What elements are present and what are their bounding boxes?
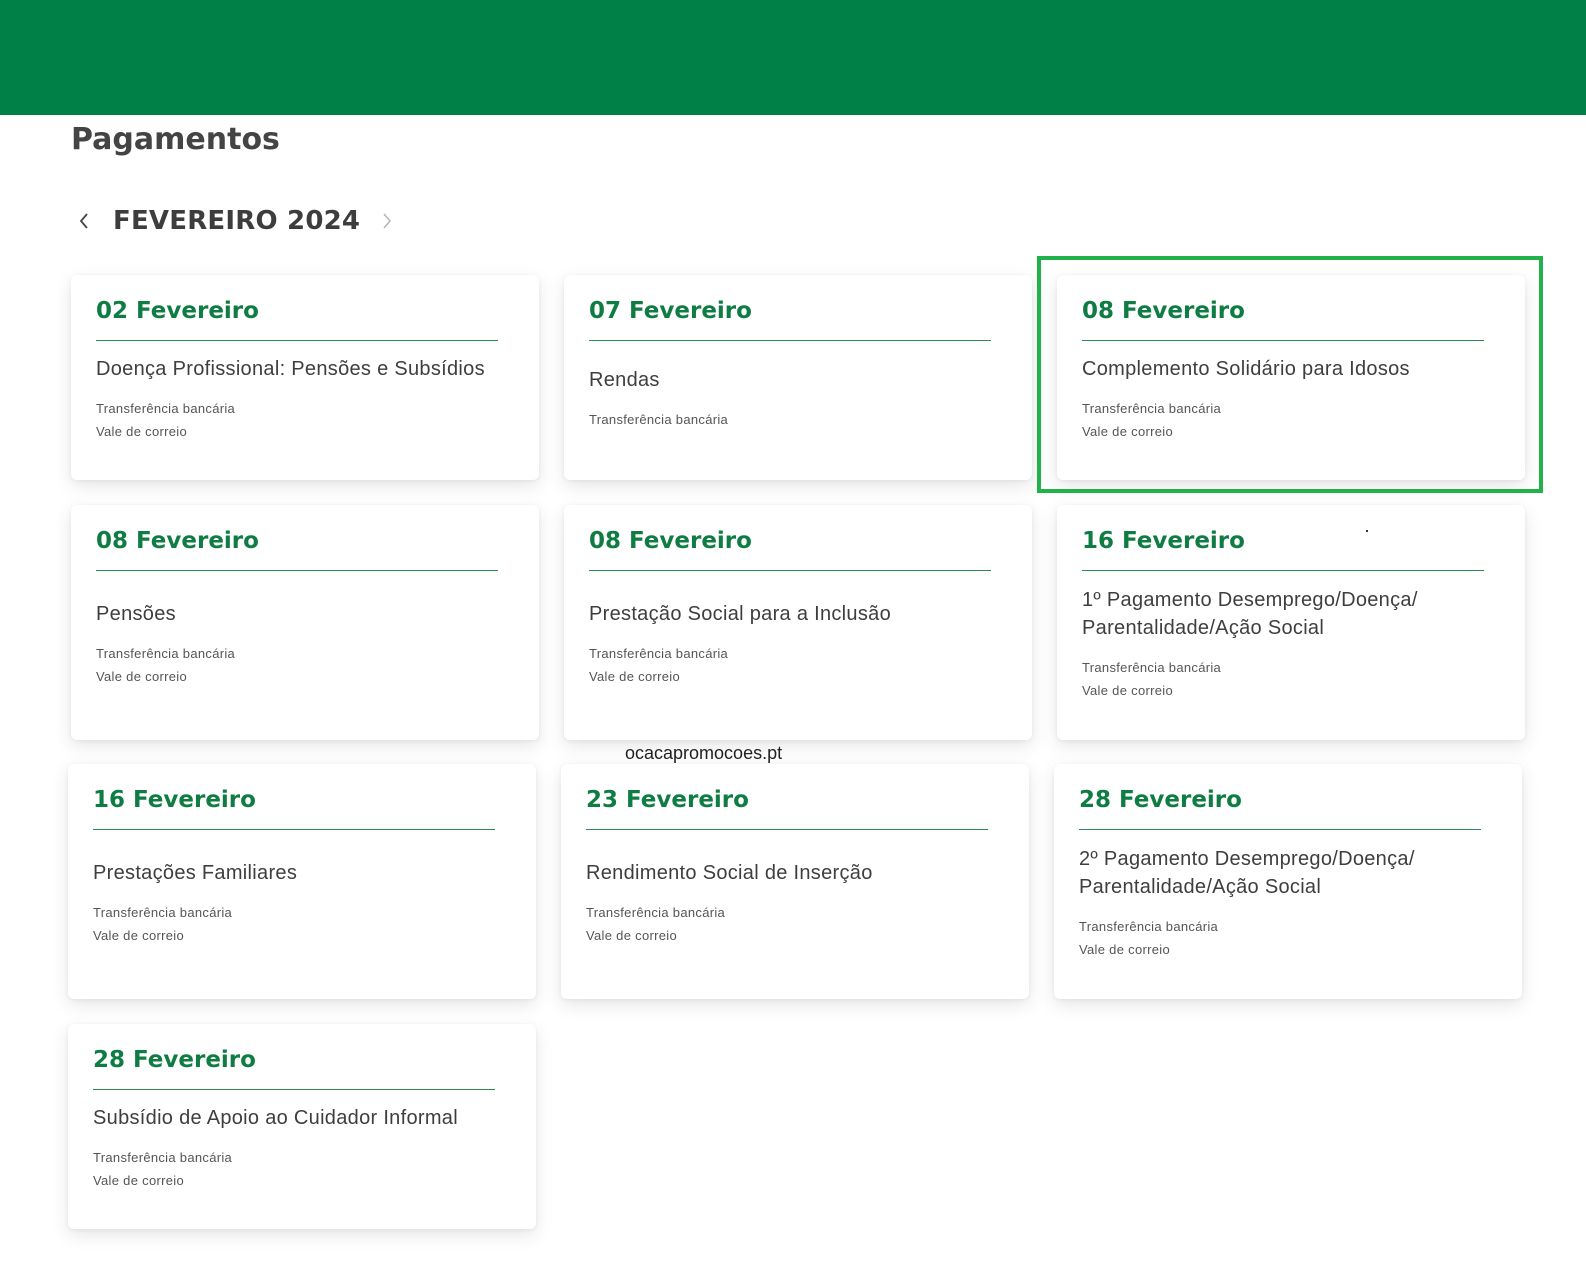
payment-method: Vale de correio (96, 668, 187, 684)
payment-title: Complemento Solidário para Idosos (1082, 357, 1410, 380)
payment-title-line: Parentalidade/Ação Social (1082, 616, 1325, 639)
payment-card[interactable]: 28 Fevereiro 2º Pagamento Desemprego/Doe… (1054, 764, 1522, 999)
payment-method: Transferência bancária (1079, 918, 1219, 934)
chevron-left-icon[interactable] (71, 201, 97, 241)
payment-method: Transferência bancária (93, 904, 233, 920)
payment-title: 1º Pagamento Desemprego/Doença/ Parental… (1082, 586, 1485, 642)
payment-title: Prestação Social para a Inclusão (589, 602, 891, 625)
payment-method: Vale de correio (589, 668, 680, 684)
payment-date: 08 Fevereiro (589, 528, 752, 554)
chevron-right-icon[interactable] (374, 201, 400, 241)
payment-method: Transferência bancária (589, 645, 729, 661)
payment-method: Vale de correio (586, 927, 677, 943)
payment-method: Vale de correio (1082, 682, 1173, 698)
payment-card[interactable]: 08 Fevereiro Prestação Social para a Inc… (564, 505, 1032, 740)
payment-method: Vale de correio (96, 423, 187, 439)
stray-dot (1366, 530, 1368, 532)
payment-date: 23 Fevereiro (586, 787, 749, 813)
payment-card[interactable]: 23 Fevereiro Rendimento Social de Inserç… (561, 764, 1029, 999)
payment-card[interactable]: 16 Fevereiro 1º Pagamento Desemprego/Doe… (1057, 505, 1525, 740)
payment-card[interactable]: 28 Fevereiro Subsídio de Apoio ao Cuidad… (68, 1024, 536, 1229)
payment-card[interactable]: 08 Fevereiro Complemento Solidário para … (1057, 275, 1525, 480)
payment-title: 2º Pagamento Desemprego/Doença/ Parental… (1079, 845, 1482, 901)
payment-card[interactable]: 16 Fevereiro Prestações Familiares Trans… (68, 764, 536, 999)
payment-title: Rendimento Social de Inserção (586, 861, 873, 884)
site-header-bar (0, 0, 1586, 115)
payment-title-line: 1º Pagamento Desemprego/Doença/ (1082, 588, 1418, 611)
payment-method: Transferência bancária (93, 1149, 233, 1165)
payment-title: Subsídio de Apoio ao Cuidador Informal (93, 1106, 458, 1129)
payment-date: 02 Fevereiro (96, 298, 259, 324)
payment-title: Prestações Familiares (93, 861, 298, 884)
payment-title: Pensões (96, 602, 176, 625)
payment-title: Doença Profissional: Pensões e Subsídios (96, 357, 485, 380)
payment-date: 28 Fevereiro (93, 1047, 256, 1073)
payment-date: 16 Fevereiro (93, 787, 256, 813)
payment-date: 28 Fevereiro (1079, 787, 1242, 813)
payment-title-line: Parentalidade/Ação Social (1079, 875, 1322, 898)
payment-method: Vale de correio (93, 927, 184, 943)
payment-title-line: 2º Pagamento Desemprego/Doença/ (1079, 847, 1415, 870)
payment-method: Transferência bancária (586, 904, 726, 920)
payment-date: 07 Fevereiro (589, 298, 752, 324)
payment-date: 08 Fevereiro (1082, 298, 1245, 324)
payment-method: Transferência bancária (96, 400, 236, 416)
payment-method: Transferência bancária (1082, 400, 1222, 416)
payment-card[interactable]: 08 Fevereiro Pensões Transferência bancá… (71, 505, 539, 740)
payment-method: Vale de correio (93, 1172, 184, 1188)
payment-date: 16 Fevereiro (1082, 528, 1245, 554)
payment-method: Transferência bancária (96, 645, 236, 661)
payment-method: Vale de correio (1079, 941, 1170, 957)
payment-method: Vale de correio (1082, 423, 1173, 439)
payment-date: 08 Fevereiro (96, 528, 259, 554)
payment-method: Transferência bancária (1082, 659, 1222, 675)
payment-card[interactable]: 07 Fevereiro Rendas Transferência bancár… (564, 275, 1032, 480)
payment-method: Transferência bancária (589, 412, 729, 427)
payment-card[interactable]: 02 Fevereiro Doença Profissional: Pensõe… (71, 275, 539, 480)
payment-title: Rendas (589, 369, 660, 391)
current-month-label: FEVEREIRO 2024 (113, 206, 361, 236)
page-title: Pagamentos (71, 122, 280, 157)
month-navigator: FEVEREIRO 2024 (71, 198, 400, 244)
watermark: ocacapromocoes.pt (625, 743, 783, 763)
